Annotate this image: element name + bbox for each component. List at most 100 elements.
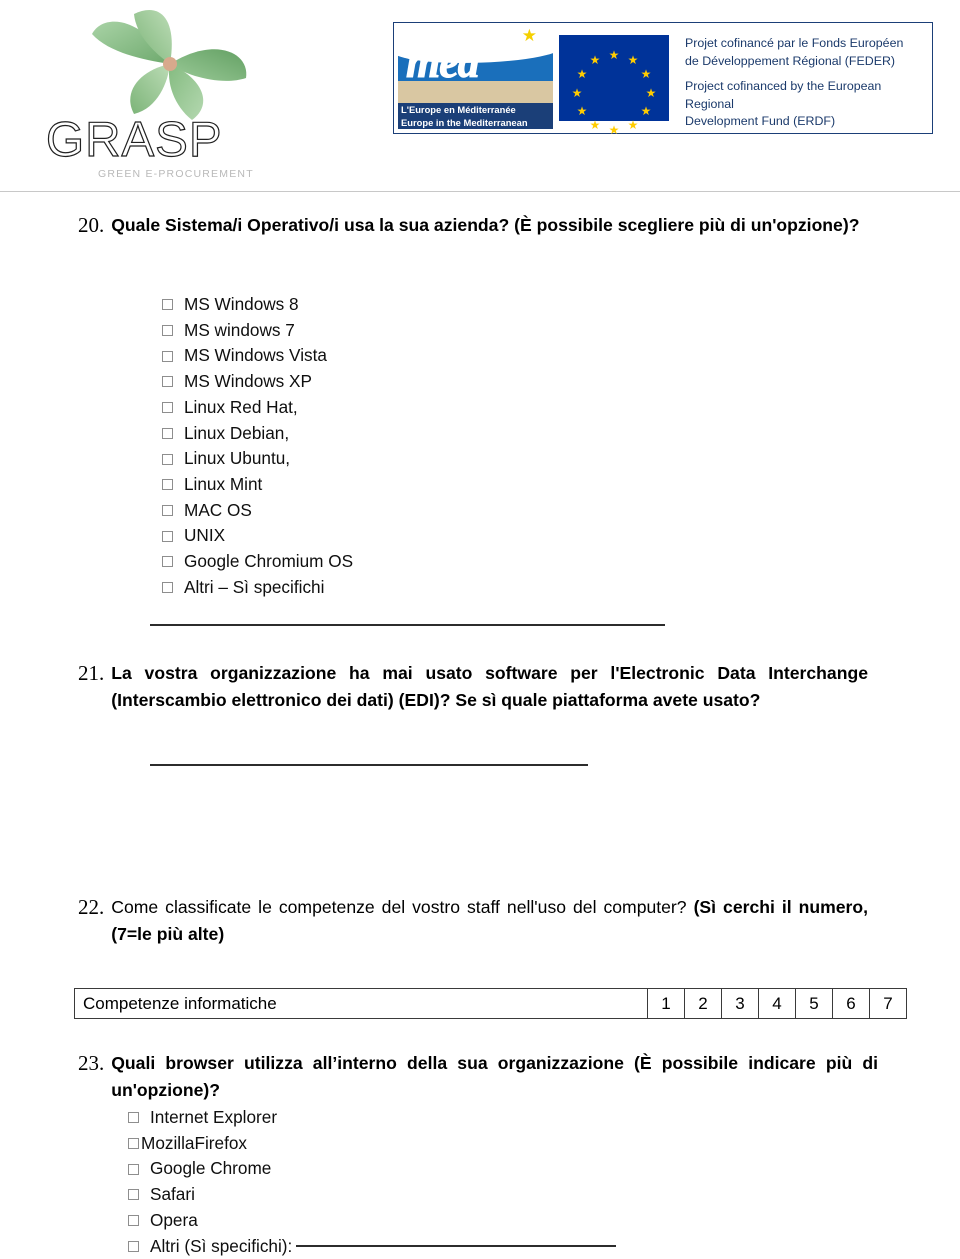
- option-label: Linux Red Hat,: [184, 396, 298, 417]
- score-cell-5[interactable]: 5: [795, 988, 833, 1019]
- option-label: Google Chrome: [150, 1158, 272, 1179]
- med-wordmark: med: [406, 38, 481, 88]
- question-20-answer-line[interactable]: [150, 624, 665, 626]
- option-label: Altri – Sì specifichi: [184, 576, 325, 597]
- checkbox-icon[interactable]: [128, 1138, 139, 1150]
- question-23-text: Quali browser utilizza all’interno della…: [111, 1053, 878, 1100]
- checkbox-icon[interactable]: [162, 325, 173, 337]
- checkbox-icon[interactable]: [162, 299, 173, 311]
- score-cell-2[interactable]: 2: [684, 988, 722, 1019]
- eu-funding-text: Projet cofinancé par le Fonds Européen d…: [669, 23, 932, 133]
- checkbox-icon[interactable]: [128, 1189, 139, 1201]
- checkbox-icon[interactable]: [162, 530, 173, 542]
- checkbox-icon[interactable]: [162, 504, 173, 516]
- option-opera[interactable]: Opera: [128, 1208, 828, 1234]
- option-ms-windows-8[interactable]: MS Windows 8: [162, 292, 582, 318]
- option-ms-windows-vista[interactable]: MS Windows Vista: [162, 343, 582, 369]
- question-21-text: La vostra organizzazione ha mai usato so…: [111, 663, 868, 710]
- eu-funding-text-en-line1: Project cofinanced by the European Regio…: [685, 79, 882, 111]
- checkbox-icon[interactable]: [162, 556, 173, 568]
- page-header: GRASP GREEN E-PROCUREMENT med ★ L'Europe…: [0, 0, 960, 192]
- checkbox-icon[interactable]: [128, 1240, 139, 1252]
- checkbox-icon[interactable]: [162, 402, 173, 414]
- med-subtitle-band: L'Europe en Méditerranée Europe in the M…: [398, 103, 553, 129]
- question-23-heading: 23. Quali browser utilizza all’interno d…: [78, 1050, 878, 1104]
- med-subtitle-fr: L'Europe en Méditerranée: [401, 104, 516, 115]
- competenze-informatiche-table: Competenze informatiche 1 2 3 4 5 6 7: [74, 988, 907, 1019]
- option-google-chrome[interactable]: Google Chrome: [128, 1156, 828, 1182]
- question-20-options: MS Windows 8 MS windows 7 MS Windows Vis…: [162, 292, 582, 600]
- option-label: Linux Ubuntu,: [184, 448, 291, 469]
- checkbox-icon[interactable]: [162, 582, 173, 594]
- option-label: MS Windows XP: [184, 371, 312, 392]
- question-21: 21. La vostra organizzazione ha mai usat…: [78, 660, 868, 714]
- checkbox-icon[interactable]: [162, 479, 173, 491]
- score-cell-7[interactable]: 7: [869, 988, 907, 1019]
- option-label: MS Windows Vista: [184, 345, 327, 366]
- med-programme-logo: med ★ L'Europe en Méditerranée Europe in…: [398, 27, 553, 129]
- option-linux-red-hat[interactable]: Linux Red Hat,: [162, 395, 582, 421]
- question-22-number: 22.: [78, 895, 105, 919]
- question-20-text: Quale Sistema/i Operativo/i usa la sua a…: [111, 215, 860, 235]
- pinwheel-icon: [92, 9, 247, 120]
- question-23-other-answer-line[interactable]: [296, 1245, 617, 1248]
- eu-funding-logo-box: med ★ L'Europe en Méditerranée Europe in…: [393, 22, 933, 136]
- option-label: MS Windows 8: [184, 294, 299, 314]
- eu-funding-text-fr-line1: Projet cofinancé par le Fonds Européen: [685, 36, 904, 50]
- option-altri-browser-specificare[interactable]: Altri (Sì specifichi):: [128, 1234, 828, 1259]
- question-22-text: Come classificate le competenze del vost…: [111, 894, 868, 948]
- score-cell-3[interactable]: 3: [721, 988, 759, 1019]
- question-20-number: 20.: [78, 213, 105, 237]
- option-label: Linux Debian,: [184, 422, 290, 443]
- question-22: 22. Come classificate le competenze del …: [78, 894, 868, 948]
- option-ms-windows-7[interactable]: MS windows 7: [162, 318, 582, 344]
- grasp-logo: GRASP GREEN E-PROCUREMENT: [45, 8, 286, 188]
- eu-funding-text-fr: Projet cofinancé par le Fonds Européen d…: [685, 35, 926, 70]
- header-divider: [0, 191, 960, 192]
- option-label: Linux Mint: [184, 473, 263, 494]
- option-safari[interactable]: Safari: [128, 1182, 828, 1208]
- eu-funding-text-en: Project cofinanced by the European Regio…: [685, 78, 926, 131]
- grasp-wordmark-text: GRASP: [45, 113, 223, 167]
- checkbox-icon[interactable]: [162, 350, 173, 362]
- checkbox-icon[interactable]: [128, 1112, 139, 1124]
- grasp-tagline: GREEN E-PROCUREMENT: [98, 168, 254, 180]
- eu-funding-text-en-line2: Development Fund (ERDF): [685, 114, 836, 128]
- option-internet-explorer[interactable]: Internet Explorer: [128, 1105, 828, 1131]
- option-linux-debian[interactable]: Linux Debian,: [162, 421, 582, 447]
- option-altri-specificare[interactable]: Altri – Sì specifichi: [162, 575, 582, 601]
- score-cell-4[interactable]: 4: [758, 988, 796, 1019]
- question-22-heading: 22. Come classificate le competenze del …: [78, 894, 868, 948]
- option-ms-windows-xp[interactable]: MS Windows XP: [162, 369, 582, 395]
- question-23-number: 23.: [78, 1051, 105, 1075]
- question-23: 23. Quali browser utilizza all’interno d…: [78, 1050, 878, 1104]
- question-21-number: 21.: [78, 661, 105, 685]
- option-label: Google Chromium OS: [184, 551, 354, 572]
- eu-funding-text-fr-line2: de Développement Régional (FEDER): [685, 53, 896, 68]
- option-mac-os[interactable]: MAC OS: [162, 498, 582, 524]
- option-google-chromium-os[interactable]: Google Chromium OS: [162, 549, 582, 575]
- competenze-row-label: Competenze informatiche: [74, 988, 648, 1019]
- question-21-answer-line[interactable]: [150, 764, 588, 766]
- option-label: MAC OS: [184, 499, 252, 520]
- question-20-heading: 20. Quale Sistema/i Operativo/i usa la s…: [78, 212, 878, 239]
- option-linux-ubuntu[interactable]: Linux Ubuntu,: [162, 446, 582, 472]
- table-row: Competenze informatiche 1 2 3 4 5 6 7: [74, 988, 907, 1019]
- option-label: MS windows 7: [184, 319, 295, 340]
- checkbox-icon[interactable]: [162, 376, 173, 388]
- score-cell-6[interactable]: 6: [832, 988, 870, 1019]
- checkbox-icon[interactable]: [128, 1163, 139, 1175]
- score-cell-1[interactable]: 1: [647, 988, 685, 1019]
- option-mozilla-firefox[interactable]: MozillaFirefox: [128, 1131, 828, 1157]
- eu-flag-icon: ★ ★ ★ ★ ★ ★ ★ ★ ★ ★ ★ ★: [559, 35, 669, 136]
- option-unix[interactable]: UNIX: [162, 523, 582, 549]
- checkbox-icon[interactable]: [162, 427, 173, 439]
- question-20: 20. Quale Sistema/i Operativo/i usa la s…: [78, 212, 878, 239]
- checkbox-icon[interactable]: [162, 453, 173, 465]
- option-label: Internet Explorer: [150, 1107, 278, 1127]
- med-subtitle-en: Europe in the Mediterranean: [401, 117, 528, 128]
- checkbox-icon[interactable]: [128, 1215, 139, 1227]
- option-label: MozillaFirefox: [141, 1132, 248, 1153]
- grasp-wordmark: GRASP: [45, 113, 286, 167]
- option-linux-mint[interactable]: Linux Mint: [162, 472, 582, 498]
